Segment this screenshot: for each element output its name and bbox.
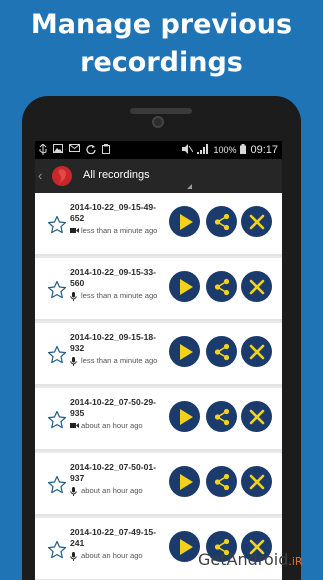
recording-meta: about an hour ago	[70, 486, 166, 499]
play-icon	[178, 213, 194, 231]
play-button[interactable]	[169, 336, 200, 367]
play-icon	[178, 473, 194, 491]
microphone-icon	[70, 486, 81, 499]
recording-age: about an hour ago	[81, 551, 143, 560]
share-button[interactable]	[206, 401, 237, 432]
battery-icon	[240, 144, 247, 156]
recording-age: about an hour ago	[81, 421, 143, 430]
phone-camera	[152, 116, 164, 128]
recording-age: less than a minute ago	[81, 356, 158, 365]
close-icon	[249, 344, 265, 360]
favorite-star-icon[interactable]	[47, 540, 67, 560]
share-button[interactable]	[206, 466, 237, 497]
share-button[interactable]	[206, 336, 237, 367]
usb-icon	[39, 143, 47, 158]
recording-age: about an hour ago	[81, 486, 143, 495]
recording-title: 2014-10-22_07-50-01-937	[70, 462, 157, 483]
promo-line-2: recordings	[80, 47, 243, 78]
share-icon	[213, 213, 231, 231]
watermark: GetAndroid.iR	[198, 550, 303, 569]
promo-heading: Manage previous recordings	[0, 6, 323, 82]
phone-speaker	[130, 108, 192, 114]
app-logo-icon[interactable]	[50, 164, 74, 188]
recording-title: 2014-10-22_07-49-15-241	[70, 527, 157, 548]
recording-meta: less than a minute ago	[70, 291, 166, 304]
favorite-star-icon[interactable]	[47, 345, 67, 365]
recording-row[interactable]: 2014-10-22_07-49-15-241about an hour ago	[35, 518, 282, 580]
share-button[interactable]	[206, 206, 237, 237]
share-icon	[213, 408, 231, 426]
favorite-star-icon[interactable]	[47, 475, 67, 495]
recording-age: less than a minute ago	[81, 291, 158, 300]
mail-icon	[69, 144, 80, 158]
favorite-star-icon[interactable]	[47, 215, 67, 235]
status-time: 09:17	[250, 144, 278, 156]
recordings-filter-spinner[interactable]: All recordings	[83, 169, 150, 181]
recording-meta: about an hour ago	[70, 551, 166, 564]
recording-row[interactable]: 2014-10-22_07-50-01-937about an hour ago	[35, 453, 282, 516]
back-chevron-icon[interactable]: ‹	[38, 168, 42, 183]
spinner-indicator-icon	[187, 184, 192, 189]
watermark-suffix: .iR	[288, 555, 303, 568]
share-icon	[213, 343, 231, 361]
delete-button[interactable]	[241, 466, 272, 497]
delete-button[interactable]	[241, 336, 272, 367]
microphone-icon	[70, 356, 81, 369]
clipboard-icon	[102, 144, 110, 158]
delete-button[interactable]	[241, 206, 272, 237]
play-icon	[178, 408, 194, 426]
image-icon	[53, 144, 63, 158]
phone-screen: 100% 09:17 ‹ All recordings 2014-10-22_0…	[35, 141, 282, 580]
close-icon	[249, 474, 265, 490]
share-icon	[213, 473, 231, 491]
close-icon	[249, 279, 265, 295]
recording-title: 2014-10-22_09-15-49-652	[70, 202, 157, 223]
mute-icon	[181, 144, 194, 156]
delete-button[interactable]	[241, 271, 272, 302]
recordings-list: 2014-10-22_09-15-49-652less than a minut…	[35, 193, 282, 580]
play-button[interactable]	[169, 401, 200, 432]
favorite-star-icon[interactable]	[47, 410, 67, 430]
microphone-icon	[70, 551, 81, 564]
play-icon	[178, 538, 194, 556]
signal-icon	[197, 144, 209, 156]
play-button[interactable]	[169, 271, 200, 302]
play-button[interactable]	[169, 466, 200, 497]
close-icon	[249, 214, 265, 230]
recording-meta: less than a minute ago	[70, 356, 166, 369]
action-bar: ‹ All recordings	[35, 159, 282, 193]
favorite-star-icon[interactable]	[47, 280, 67, 300]
play-button[interactable]	[169, 206, 200, 237]
play-icon	[178, 278, 194, 296]
share-icon	[213, 278, 231, 296]
watermark-main: GetAndroid	[198, 550, 289, 569]
recording-age: less than a minute ago	[81, 226, 158, 235]
recording-row[interactable]: 2014-10-22_09-15-49-652less than a minut…	[35, 193, 282, 256]
recording-title: 2014-10-22_07-50-29-935	[70, 397, 157, 418]
video-camera-icon	[70, 421, 81, 432]
status-bar: 100% 09:17	[35, 141, 282, 159]
recording-row[interactable]: 2014-10-22_07-50-29-935about an hour ago	[35, 388, 282, 451]
share-button[interactable]	[206, 271, 237, 302]
close-icon	[249, 409, 265, 425]
recording-meta: less than a minute ago	[70, 226, 166, 237]
battery-percent: 100%	[213, 145, 237, 155]
recording-row[interactable]: 2014-10-22_09-15-18-932less than a minut…	[35, 323, 282, 386]
promo-line-1: Manage previous	[30, 9, 293, 40]
sync-icon	[86, 144, 96, 158]
recording-row[interactable]: 2014-10-22_09-15-33-560less than a minut…	[35, 258, 282, 321]
recording-meta: about an hour ago	[70, 421, 166, 432]
play-button[interactable]	[169, 531, 200, 562]
recording-title: 2014-10-22_09-15-18-932	[70, 332, 157, 353]
video-camera-icon	[70, 226, 81, 237]
recording-title: 2014-10-22_09-15-33-560	[70, 267, 157, 288]
delete-button[interactable]	[241, 401, 272, 432]
microphone-icon	[70, 291, 81, 304]
play-icon	[178, 343, 194, 361]
